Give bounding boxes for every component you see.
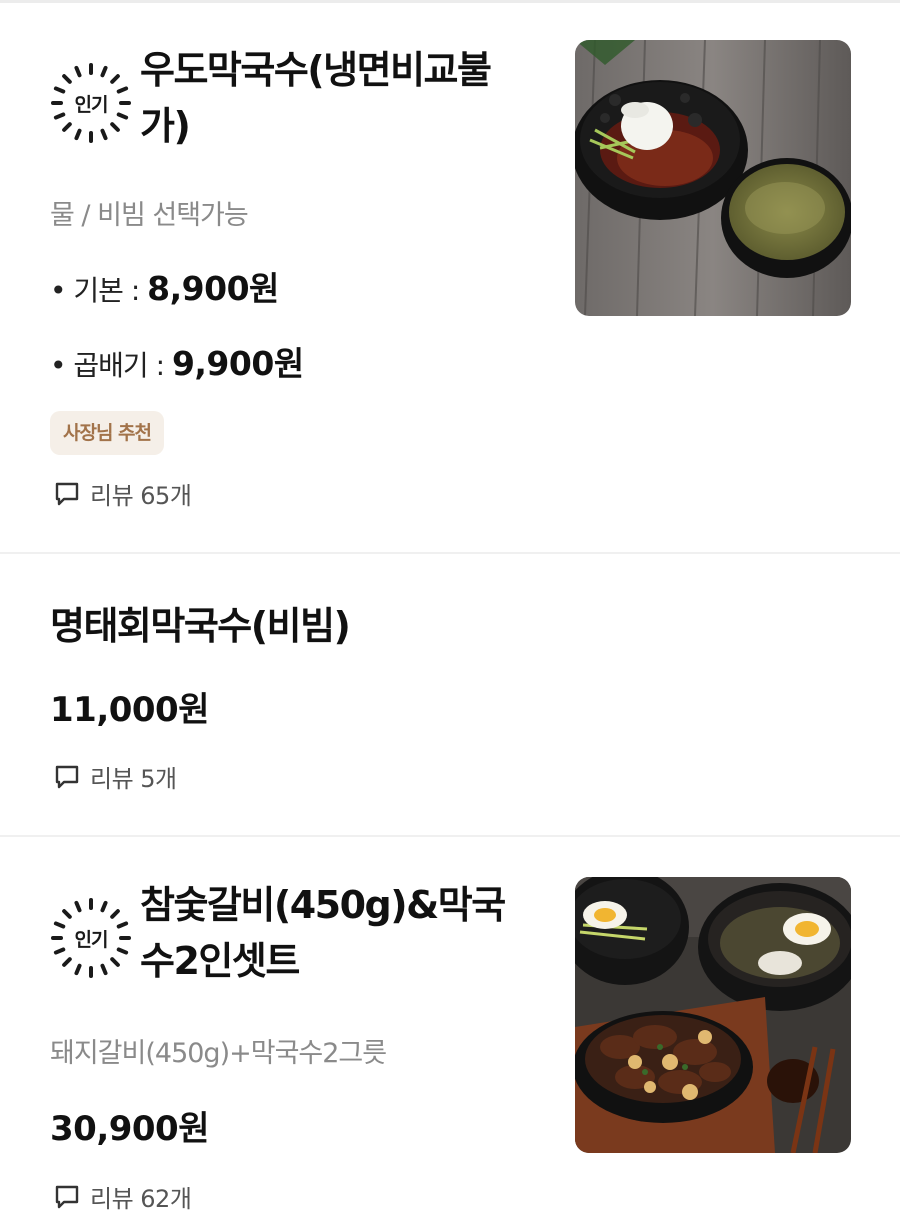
price-option-label: • 기본 : (50, 274, 148, 307)
review-count[interactable]: 리뷰 62개 (54, 1179, 192, 1214)
item-title: 우도막국수(냉면비교불 가) (140, 42, 550, 154)
speech-bubble-icon (55, 482, 79, 505)
item-price: 11,000원 (50, 690, 209, 730)
menu-item-galbi-set[interactable]: 인기 참숯갈비(450g)&막국 수2인셋트 돼지갈비(450g)+막국수2그릇… (0, 837, 900, 1232)
item-title-line1: 참숯갈비(450g)&막국 (140, 883, 506, 927)
item-title: 참숯갈비(450g)&막국 수2인셋트 (140, 877, 550, 989)
item-description: 돼지갈비(450g)+막국수2그릇 (50, 1038, 387, 1069)
price-option-regular: • 기본 : 8,900원 (50, 262, 279, 310)
popular-badge-label: 인기 (74, 93, 109, 116)
review-count[interactable]: 리뷰 65개 (54, 476, 192, 511)
item-title: 명태회막국수(비빔) (50, 604, 351, 648)
item-description: 물 / 비빔 선택가능 (50, 200, 249, 231)
price-option-value: 9,900원 (171, 344, 304, 383)
popular-badge: 인기 (50, 62, 132, 144)
item-title-line2: 수2인셋트 (140, 939, 300, 983)
speech-bubble-icon (55, 765, 79, 788)
menu-photo-udo-makguksu (575, 40, 851, 316)
review-count-label: 리뷰 5개 (90, 765, 177, 793)
price-option-value: 8,900원 (147, 269, 279, 308)
price-option-label: • 곱배기 : (50, 349, 172, 382)
popular-badge-label: 인기 (74, 928, 109, 951)
item-title-line1: 우도막국수(냉면비교불 (140, 48, 492, 92)
review-count[interactable]: 리뷰 5개 (54, 759, 177, 794)
menu-item-myeongtae-makguksu[interactable]: 명태회막국수(비빔) 11,000원 리뷰 5개 (0, 554, 900, 835)
item-title-line2: 가) (140, 104, 191, 148)
popular-badge: 인기 (50, 897, 132, 979)
menu-item-udo-makguksu[interactable]: 인기 우도막국수(냉면비교불 가) 물 / 비빔 선택가능 • 기본 : 8,9… (0, 0, 900, 552)
menu-photo-galbi-set (575, 877, 851, 1153)
owner-recommend-tag: 사장님 추천 (50, 411, 165, 455)
price-option-large: • 곱배기 : 9,900원 (50, 337, 304, 385)
review-count-label: 리뷰 62개 (90, 1185, 192, 1213)
item-price: 30,900원 (50, 1109, 209, 1149)
review-count-label: 리뷰 65개 (90, 482, 192, 510)
speech-bubble-icon (55, 1185, 79, 1208)
